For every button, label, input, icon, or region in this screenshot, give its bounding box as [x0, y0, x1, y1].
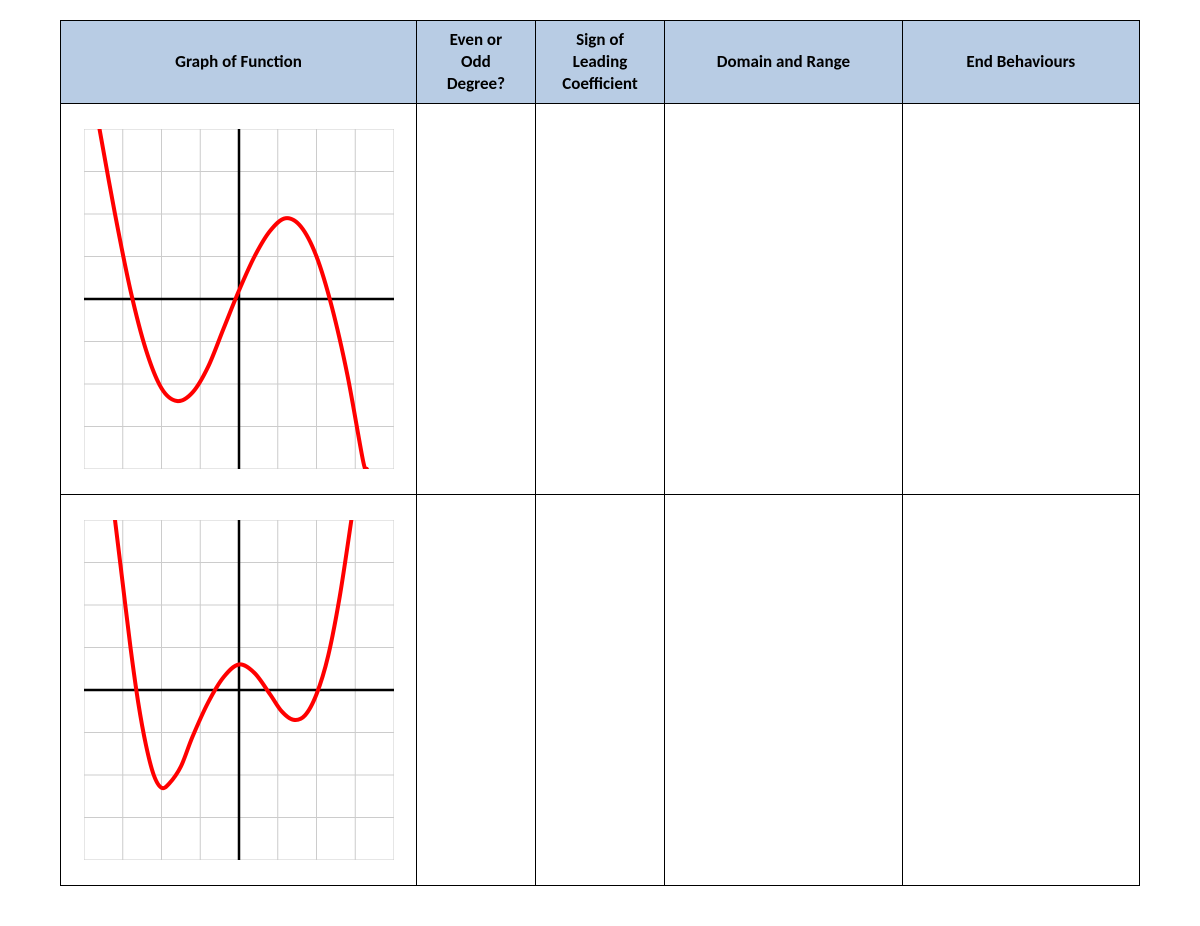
domain-cell[interactable] [665, 104, 902, 495]
degree-cell[interactable] [417, 495, 536, 886]
domain-cell[interactable] [665, 495, 902, 886]
degree-cell[interactable] [417, 104, 536, 495]
sign-cell[interactable] [535, 104, 664, 495]
table-row [61, 104, 1140, 495]
header-domain: Domain and Range [665, 21, 902, 104]
worksheet-table: Graph of Function Even orOddDegree? Sign… [60, 20, 1140, 886]
graph-cell [61, 495, 417, 886]
header-degree: Even orOddDegree? [417, 21, 536, 104]
table-row [61, 495, 1140, 886]
end-cell[interactable] [902, 495, 1139, 886]
header-row: Graph of Function Even orOddDegree? Sign… [61, 21, 1140, 104]
header-sign: Sign ofLeadingCoefficient [535, 21, 664, 104]
header-end: End Behaviours [902, 21, 1139, 104]
sign-cell[interactable] [535, 495, 664, 886]
curve [115, 520, 351, 788]
header-graph: Graph of Function [61, 21, 417, 104]
end-cell[interactable] [902, 104, 1139, 495]
function-graph [84, 129, 394, 469]
function-graph [84, 520, 394, 860]
graph-cell [61, 104, 417, 495]
